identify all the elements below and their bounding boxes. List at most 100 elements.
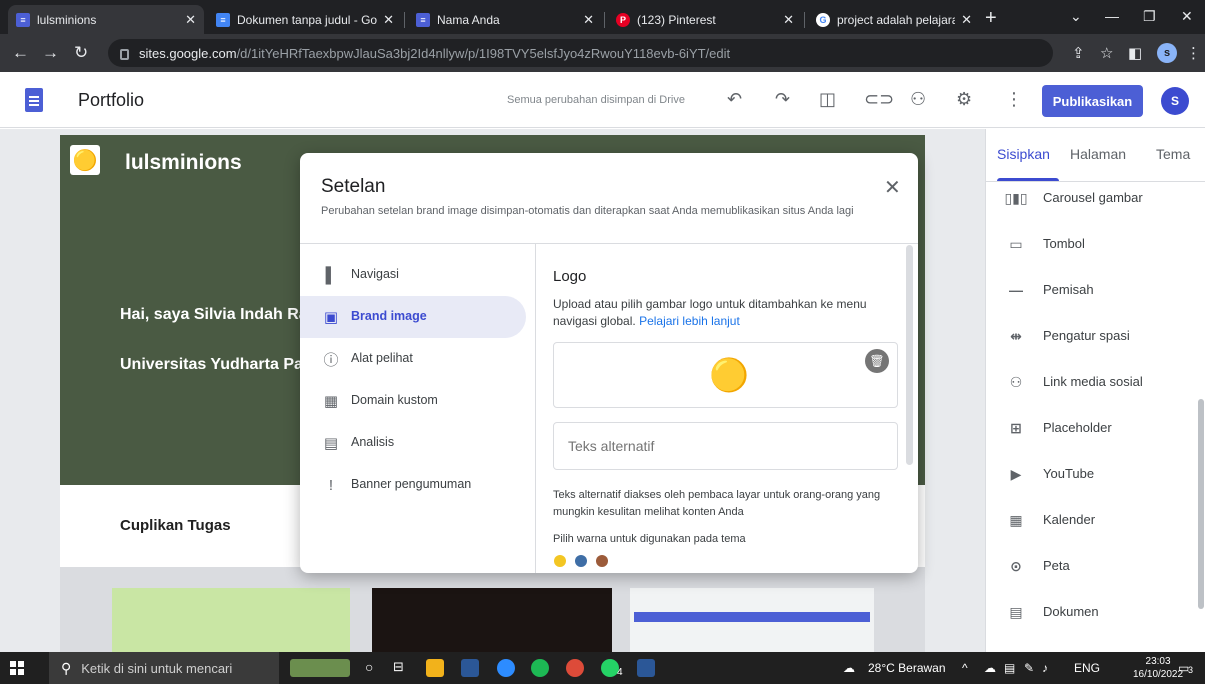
word-icon[interactable] (637, 659, 655, 677)
hero-text-line[interactable]: Universitas Yudharta Pa (120, 356, 303, 374)
new-tab-button[interactable]: + (985, 8, 997, 28)
clock-date: 16/10/2022 (1133, 669, 1184, 680)
search-placeholder: Ketik di sini untuk mencari (81, 660, 233, 676)
insert-panel-scrollbar[interactable] (1198, 399, 1204, 609)
nav-label: Navigasi (351, 267, 399, 281)
url-path: /d/1itYeHRfTaexbpwJlauSa3bj2Id4nllyw/p/1… (236, 45, 731, 61)
insert-divider[interactable]: — Pemisah (986, 267, 1196, 313)
learn-more-link[interactable]: Pelajari lebih lanjut (639, 314, 740, 328)
browser-tab[interactable]: G project adalah pelajaran - Pe ✕ (808, 5, 980, 34)
browser-tab[interactable]: P (123) Pinterest ✕ (608, 5, 802, 34)
google-sites-logo-icon[interactable] (25, 88, 43, 112)
undo-icon[interactable]: ↶ (727, 89, 742, 110)
windows-start-icon[interactable] (10, 661, 24, 675)
theme-color-swatch-brown[interactable] (596, 555, 608, 567)
gallery-image[interactable] (372, 588, 612, 652)
share-with-others-icon[interactable]: ⚇ (910, 89, 926, 110)
account-avatar[interactable]: S (1161, 87, 1189, 115)
weather-icon[interactable]: ☁ (843, 661, 855, 675)
copy-link-icon[interactable]: ⊂⊃ (864, 89, 894, 110)
theme-color-label: Pilih warna untuk digunakan pada tema (553, 533, 746, 545)
insert-youtube[interactable]: ▶ YouTube (986, 451, 1196, 497)
file-explorer-icon[interactable] (426, 659, 444, 677)
insert-item-label: Pemisah (1043, 282, 1094, 297)
tab-tema[interactable]: Tema (1156, 146, 1190, 162)
settings-nav-banner-pengumuman[interactable]: ! Banner pengumuman (300, 464, 526, 506)
delete-logo-icon[interactable]: 🗑 (865, 349, 889, 373)
insert-carousel[interactable]: ▯▮▯ Carousel gambar (986, 175, 1196, 221)
close-window-button[interactable]: ✕ (1181, 8, 1193, 25)
system-clock[interactable]: 23:03 16/10/2022 (1133, 655, 1183, 681)
insert-panel: Sisipkan Halaman Tema ▯▮▯ Carousel gamba… (985, 129, 1205, 652)
hero-text-line[interactable]: Hai, saya Silvia Indah Ra (120, 306, 308, 324)
theme-color-swatch-blue[interactable] (575, 555, 587, 567)
tab-sisipkan[interactable]: Sisipkan (997, 146, 1050, 162)
insert-docs[interactable]: ▤ Dokumen (986, 589, 1196, 635)
browser-tab[interactable]: ≡ Nama Anda ✕ (408, 5, 602, 34)
close-tab-icon[interactable]: ✕ (185, 12, 196, 28)
weather-text[interactable]: 28°C Berawan (868, 661, 946, 675)
settings-nav-brand-image[interactable]: ▣ Brand image (300, 296, 526, 338)
settings-nav-alat-pelihat[interactable]: ⓘ Alat pelihat (300, 338, 526, 380)
insert-button[interactable]: ▭ Tombol (986, 221, 1196, 267)
zoom-icon[interactable] (497, 659, 515, 677)
close-tab-icon[interactable]: ✕ (383, 12, 394, 28)
browser-tab[interactable]: ≡ lulsminions ✕ (8, 5, 204, 34)
chrome-icon[interactable] (566, 659, 584, 677)
chrome-profile-avatar[interactable]: s (1157, 43, 1177, 63)
tab-halaman[interactable]: Halaman (1070, 146, 1126, 162)
chrome-menu-icon[interactable]: ⋮ (1186, 44, 1201, 62)
tray-overflow-icon[interactable]: ^ (962, 661, 968, 675)
tab-search-icon[interactable]: ⌄ (1070, 8, 1082, 25)
insert-spacer[interactable]: ⇹ Pengatur spasi (986, 313, 1196, 359)
insert-placeholder[interactable]: ⊞ Placeholder (986, 405, 1196, 451)
nav-label: Alat pelihat (351, 351, 413, 365)
network-icon[interactable]: ▤ (1004, 661, 1015, 675)
language-indicator[interactable]: ENG (1074, 661, 1100, 675)
minimize-button[interactable]: — (1105, 8, 1119, 24)
gallery-image[interactable] (112, 588, 350, 652)
address-bar[interactable]: sites.google.com /d/1itYeHRfTaexbpwJlauS… (108, 39, 1053, 67)
forward-button[interactable]: → (42, 43, 59, 63)
side-panel-icon[interactable]: ◧ (1128, 44, 1142, 62)
document-title[interactable]: Portfolio (78, 90, 144, 111)
share-icon[interactable]: ⇪ (1072, 44, 1085, 62)
word-icon[interactable] (461, 659, 479, 677)
alt-text-input[interactable] (553, 422, 898, 470)
preview-icon[interactable]: ◫ (819, 89, 836, 110)
site-name: lulsminions (125, 151, 242, 174)
insert-calendar[interactable]: ▦ Kalender (986, 497, 1196, 543)
settings-gear-icon[interactable]: ⚙ (956, 89, 972, 110)
publish-button[interactable]: Publikasikan (1042, 85, 1143, 117)
onedrive-icon[interactable]: ☁ (984, 661, 996, 675)
volume-icon[interactable]: ♪ (1042, 661, 1048, 675)
alt-text-help: Teks alternatif diakses oleh pembaca lay… (553, 489, 881, 518)
spotify-icon[interactable] (531, 659, 549, 677)
close-tab-icon[interactable]: ✕ (583, 12, 594, 28)
task-view-icon[interactable]: ⊟ (393, 659, 411, 677)
close-icon[interactable]: ✕ (884, 175, 901, 200)
dialog-scrollbar[interactable] (906, 245, 913, 465)
theme-color-swatch-yellow[interactable] (554, 555, 566, 567)
gallery-image[interactable] (630, 588, 874, 652)
pen-icon[interactable]: ✎ (1024, 661, 1034, 675)
browser-tab[interactable]: ≡ Dokumen tanpa judul - Goog ✕ (208, 5, 402, 34)
insert-social-links[interactable]: ⚇ Link media sosial (986, 359, 1196, 405)
taskbar-search[interactable]: ⚲ Ketik di sini untuk mencari (49, 652, 279, 684)
logo-preview[interactable]: 🟡 🗑 (553, 342, 898, 408)
insert-map[interactable]: ⊙ Peta (986, 543, 1196, 589)
minion-widget-icon[interactable] (290, 659, 350, 677)
settings-nav-analisis[interactable]: ▤ Analisis (300, 422, 526, 464)
settings-nav-navigasi[interactable]: ▌ Navigasi (300, 254, 526, 296)
cortana-icon[interactable]: ○ (365, 659, 383, 677)
close-tab-icon[interactable]: ✕ (783, 12, 794, 28)
reload-button[interactable]: ↻ (74, 43, 88, 63)
restore-button[interactable]: ❐ (1143, 8, 1156, 25)
close-tab-icon[interactable]: ✕ (961, 12, 972, 28)
bookmark-star-icon[interactable]: ☆ (1100, 44, 1113, 62)
more-options-icon[interactable]: ⋮ (1005, 89, 1023, 110)
settings-nav-domain-kustom[interactable]: ▦ Domain kustom (300, 380, 526, 422)
back-button[interactable]: ← (12, 43, 29, 63)
nav-label: Banner pengumuman (351, 477, 472, 491)
redo-icon[interactable]: ↷ (775, 89, 790, 110)
